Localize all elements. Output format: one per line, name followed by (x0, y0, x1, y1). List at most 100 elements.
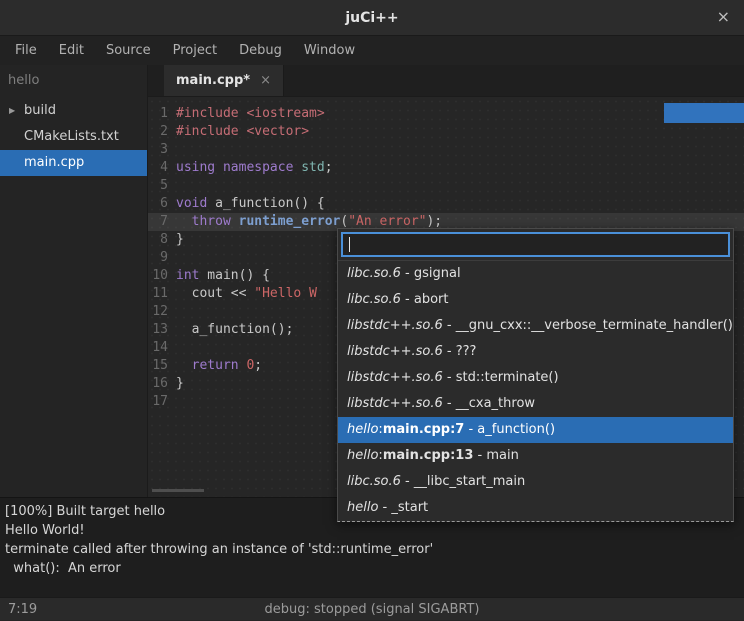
popup-item-segment: libstdc++.so.6 (347, 370, 443, 385)
popup-item-segment: main.cpp:13 (383, 448, 474, 463)
line-number: 7 (148, 213, 172, 231)
line-text (172, 141, 176, 159)
line-number: 11 (148, 285, 172, 303)
popup-list: libc.so.6 - gsignallibc.so.6 - abortlibs… (338, 260, 733, 521)
code-token: a_function(); (176, 322, 293, 337)
line-text: #include <iostream> (172, 105, 325, 123)
code-token: cout << (176, 286, 254, 301)
code-line-2[interactable]: 2 #include <vector> (148, 123, 744, 141)
tab-main-cpp[interactable]: main.cpp* × (164, 65, 284, 96)
close-icon[interactable]: × (717, 8, 730, 26)
horizontal-scrollbar-thumb[interactable] (152, 489, 204, 492)
code-token: "Hello W (254, 286, 317, 301)
code-token: return (192, 358, 239, 373)
code-line-1[interactable]: 1#include <iostream> (148, 105, 744, 123)
code-token: } (176, 232, 184, 247)
line-number: 15 (148, 357, 172, 375)
popup-item-6[interactable]: hello:main.cpp:7 - a_function() (338, 417, 733, 443)
popup-item-2[interactable]: libstdc++.so.6 - __gnu_cxx::__verbose_te… (338, 313, 733, 339)
tree-item-main-cpp[interactable]: main.cpp (0, 150, 147, 176)
popup-item-segment: libc.so.6 (347, 292, 401, 307)
code-token (231, 214, 239, 229)
line-number: 3 (148, 141, 172, 159)
popup-item-segment: libstdc++.so.6 (347, 344, 443, 359)
code-token (176, 214, 192, 229)
window: juCi++ × FileEditSourceProjectDebugWindo… (0, 0, 744, 621)
line-text: using namespace std; (172, 159, 333, 177)
popup-item-9[interactable]: hello - _start (338, 495, 733, 521)
popup-item-segment: hello (347, 500, 378, 515)
code-line-4[interactable]: 4using namespace std; (148, 159, 744, 177)
code-token: int (176, 268, 199, 283)
code-token: using namespace (176, 160, 293, 175)
line-text (172, 249, 176, 267)
popup-item-segment: - gsignal (401, 266, 461, 281)
code-token: throw (192, 214, 231, 229)
popup-item-segment: libstdc++.so.6 (347, 318, 443, 333)
menu-project[interactable]: Project (162, 36, 228, 65)
code-token: a_function() { (207, 196, 324, 211)
tree-item-label: CMakeLists.txt (0, 124, 147, 150)
titlebar: juCi++ × (0, 0, 744, 36)
vertical-scrollbar-thumb[interactable] (664, 103, 744, 123)
menu-edit[interactable]: Edit (48, 36, 95, 65)
popup-item-5[interactable]: libstdc++.so.6 - __cxa_throw (338, 391, 733, 417)
code-token: std (301, 160, 324, 175)
line-number: 12 (148, 303, 172, 321)
tree-item-label: build (0, 98, 147, 124)
code-token: ); (426, 214, 442, 229)
code-token: ; (325, 160, 333, 175)
tab-close-icon[interactable]: × (260, 73, 271, 88)
line-text: } (172, 375, 184, 393)
menu-debug[interactable]: Debug (228, 36, 293, 65)
text-caret (349, 237, 350, 252)
window-title: juCi++ (345, 10, 398, 26)
tree-item-label: main.cpp (0, 150, 147, 176)
popup-item-segment: - main (473, 448, 518, 463)
code-line-3[interactable]: 3 (148, 141, 744, 159)
code-token: runtime_error (239, 214, 341, 229)
line-text: a_function(); (172, 321, 293, 339)
line-number: 17 (148, 393, 172, 411)
popup-item-1[interactable]: libc.so.6 - abort (338, 287, 733, 313)
line-text (172, 393, 176, 411)
popup-search-input[interactable] (341, 232, 730, 257)
line-text: cout << "Hello W (172, 285, 317, 303)
popup-item-segment: - __cxa_throw (443, 396, 535, 411)
code-token: #include <iostream> (176, 106, 325, 121)
popup-item-segment: main.cpp:7 (383, 422, 465, 437)
popup-item-segment: libc.so.6 (347, 266, 401, 281)
popup-item-segment: hello (347, 448, 378, 463)
menu-window[interactable]: Window (293, 36, 366, 65)
console-line-1: Hello World! (5, 521, 739, 540)
popup-item-segment: libstdc++.so.6 (347, 396, 443, 411)
popup-item-3[interactable]: libstdc++.so.6 - ??? (338, 339, 733, 365)
menu-file[interactable]: File (4, 36, 48, 65)
line-number: 13 (148, 321, 172, 339)
line-text: void a_function() { (172, 195, 325, 213)
sidebar: hello ▶buildCMakeLists.txtmain.cpp (0, 65, 148, 497)
tab-label: main.cpp* (176, 73, 250, 88)
line-number: 2 (148, 123, 172, 141)
code-line-5[interactable]: 5 (148, 177, 744, 195)
chevron-right-icon[interactable]: ▶ (9, 98, 15, 124)
cursor-position: 7:19 (8, 602, 37, 617)
tree-item-cmakelists-txt[interactable]: CMakeLists.txt (0, 124, 147, 150)
popup-item-0[interactable]: libc.so.6 - gsignal (338, 261, 733, 287)
menu-source[interactable]: Source (95, 36, 162, 65)
line-text (172, 303, 176, 321)
popup-item-segment: - ??? (443, 344, 477, 359)
popup-item-segment: - __libc_start_main (401, 474, 525, 489)
line-text: #include <vector> (172, 123, 309, 141)
popup-item-7[interactable]: hello:main.cpp:13 - main (338, 443, 733, 469)
line-text: return 0; (172, 357, 262, 375)
code-token: #include <vector> (176, 124, 309, 139)
menubar: FileEditSourceProjectDebugWindow (0, 36, 744, 65)
popup-item-8[interactable]: libc.so.6 - __libc_start_main (338, 469, 733, 495)
code-line-6[interactable]: 6void a_function() { (148, 195, 744, 213)
tree-item-build[interactable]: ▶build (0, 98, 147, 124)
line-text (172, 177, 176, 195)
popup-item-segment: - _start (378, 500, 428, 515)
popup-item-4[interactable]: libstdc++.so.6 - std::terminate() (338, 365, 733, 391)
console-line-3: what(): An error (5, 559, 739, 578)
